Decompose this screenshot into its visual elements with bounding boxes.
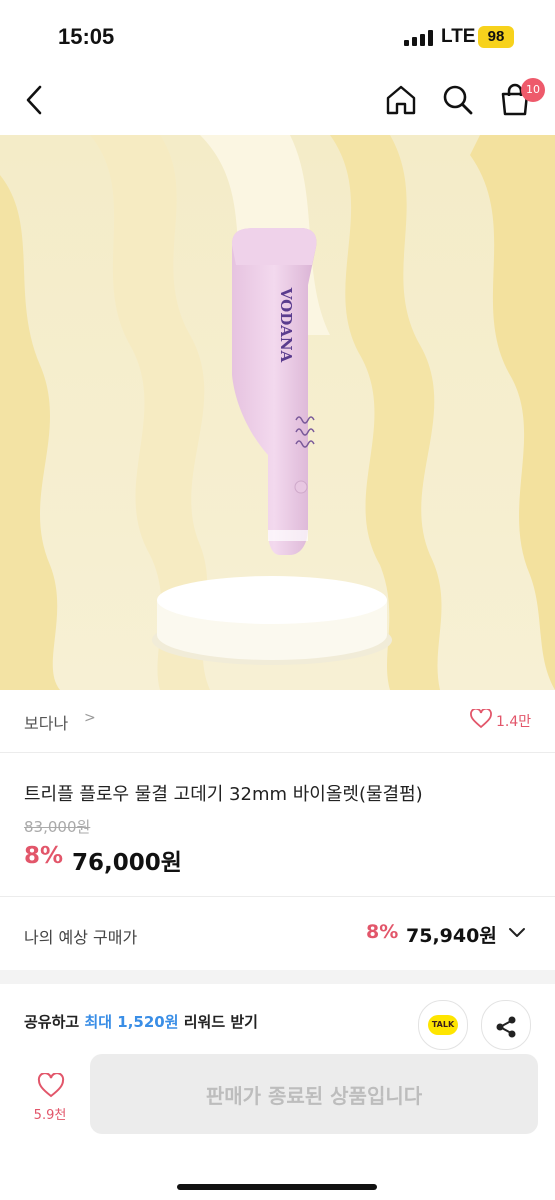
brand-mark: VODANA: [277, 287, 295, 363]
search-icon: [443, 85, 473, 115]
cart-count-badge: 10: [521, 78, 545, 102]
brand-chevron-icon: >: [84, 710, 96, 726]
back-button[interactable]: [14, 70, 54, 130]
expected-discount: 8%: [366, 921, 399, 943]
share-icon: [496, 1016, 516, 1038]
product-image[interactable]: VODANA: [0, 135, 555, 690]
brand-name[interactable]: 보다나: [24, 710, 68, 734]
home-icon: [386, 85, 416, 115]
section-separator: [0, 970, 555, 984]
chevron-down-icon[interactable]: [506, 922, 528, 944]
product-photo: VODANA: [0, 135, 555, 690]
like-count: 1.4만: [496, 714, 532, 730]
share-suffix: 리워드 받기: [178, 1013, 258, 1031]
signal-icon: [404, 30, 434, 46]
battery-icon: 98: [478, 26, 514, 48]
back-icon: [26, 85, 42, 115]
kakao-share-button[interactable]: TALK: [418, 1000, 468, 1050]
share-highlight: 최대 1,520원: [84, 1013, 179, 1031]
sale-price: 76,000원: [72, 850, 182, 876]
brand-row[interactable]: 보다나 > 1.4만: [0, 690, 555, 753]
network-type: LTE: [441, 26, 476, 47]
share-button[interactable]: [481, 1000, 531, 1050]
expected-price: 75,940원: [406, 925, 497, 947]
expected-price-label: 나의 예상 구매가: [24, 928, 138, 947]
share-prefix: 공유하고: [24, 1013, 85, 1031]
product-title: 트리플 플로우 물결 고데기 32mm 바이올렛(물결펌): [24, 784, 423, 805]
kakao-talk-icon: TALK: [428, 1015, 458, 1035]
discount-rate: 8%: [24, 843, 64, 869]
divider: [0, 896, 555, 897]
wishlist-count: 5.9천: [33, 1108, 67, 1123]
wishlist-heart-icon[interactable]: [37, 1073, 65, 1099]
status-bar: 15:05 LTE 98: [0, 0, 555, 70]
share-reward-text: 공유하고 최대 1,520원 리워드 받기: [24, 1011, 258, 1032]
original-price: 83,000원: [24, 818, 91, 836]
status-time: 15:05: [58, 24, 115, 49]
sold-out-button[interactable]: 판매가 종료된 상품입니다: [90, 1054, 538, 1134]
home-indicator: [177, 1184, 377, 1190]
heart-icon[interactable]: [470, 709, 492, 729]
home-button[interactable]: [381, 70, 421, 130]
search-button[interactable]: [438, 70, 478, 130]
nav-bar: [0, 70, 555, 134]
